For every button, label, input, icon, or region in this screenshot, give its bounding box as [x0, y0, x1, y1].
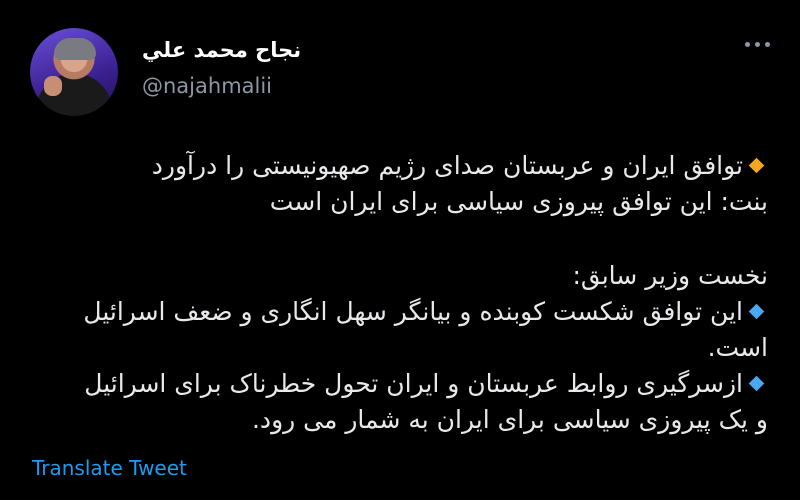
more-dot — [745, 42, 750, 47]
more-icon[interactable] — [745, 42, 770, 47]
tweet-line: توافق ایران و عربستان صدای رژیم صهیونیست… — [30, 148, 768, 184]
more-dot — [755, 42, 760, 47]
tweet-line: نخست وزیر سابق: — [572, 261, 768, 290]
tweet-line: و یک پیروزی سیاسی برای ایران به شمار می … — [251, 405, 768, 434]
tweet-header: نجاح محمد علي @najahmalii — [30, 28, 770, 118]
tweet-line: ازسرگیری روابط عربستان و ایران تحول خطرن… — [30, 366, 768, 402]
avatar-hair — [54, 38, 96, 60]
blue-diamond-icon — [748, 303, 765, 320]
orange-diamond-icon — [748, 157, 765, 174]
translate-tweet-link[interactable]: Translate Tweet — [32, 456, 187, 480]
tweet-text: توافق ایران و عربستان صدای رژیم صهیونیست… — [30, 148, 768, 438]
avatar-hand — [44, 76, 62, 96]
tweet-line: این توافق شکست کوبنده و بیانگر سهل انگار… — [30, 294, 768, 330]
author-handle[interactable]: @najahmalii — [142, 74, 272, 98]
blue-diamond-icon — [748, 375, 765, 392]
more-dot — [765, 42, 770, 47]
tweet-line: است. — [707, 333, 768, 362]
avatar[interactable] — [30, 28, 118, 116]
author-name[interactable]: نجاح محمد علي — [142, 38, 301, 62]
tweet-line: بنت: این توافق پیروزی سیاسی برای ایران ا… — [269, 187, 768, 216]
